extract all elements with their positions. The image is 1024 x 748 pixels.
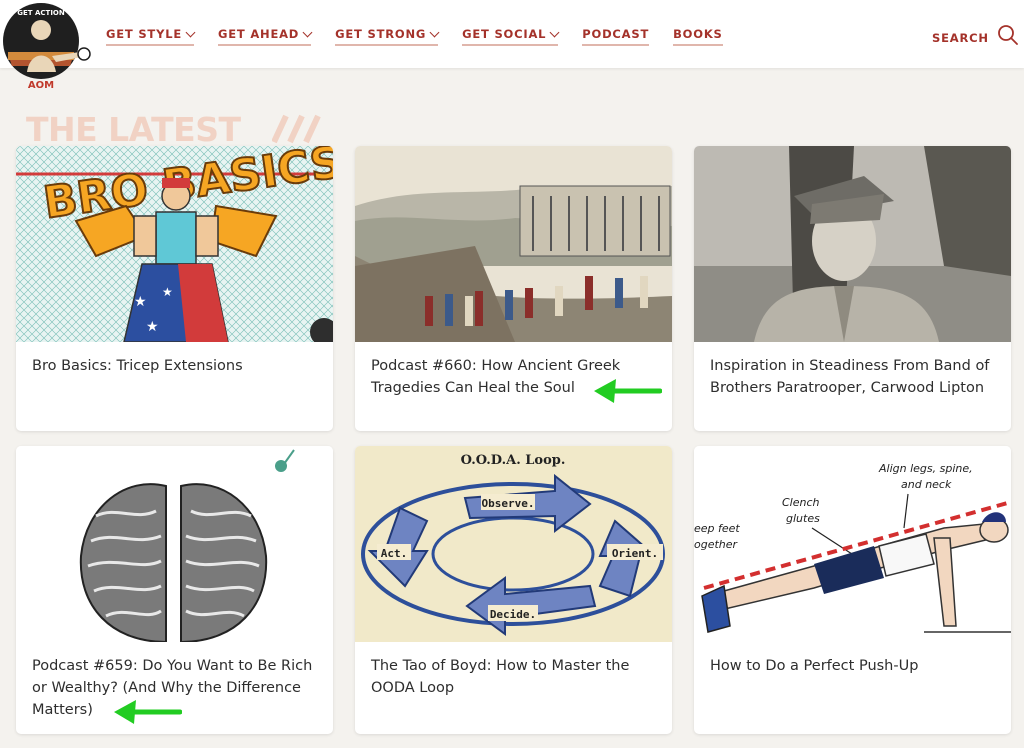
pushup-glutes: glutes — [786, 512, 820, 525]
chevron-down-icon — [302, 27, 313, 37]
logo-text-bottom: AOM — [28, 80, 54, 91]
article-thumbnail — [355, 146, 672, 342]
ooda-observe: Observe. — [482, 497, 535, 510]
article-title[interactable]: Bro Basics: Tricep Extensions — [32, 355, 322, 377]
article-thumbnail: O.O.D.A. Loop. Observe. Orient. Decide. … — [355, 446, 672, 642]
nav-get-style[interactable]: GET STYLE — [106, 27, 196, 46]
site-logo[interactable]: GET ACTION AOM — [0, 0, 96, 92]
logo-text-top: GET ACTION — [17, 9, 65, 17]
search-label: SEARCH — [932, 30, 989, 45]
ooda-orient: Orient. — [612, 547, 658, 560]
ooda-decide: Decide. — [490, 608, 536, 621]
nav-label: GET STRONG — [335, 27, 427, 41]
chevron-down-icon — [185, 27, 196, 37]
nav-books[interactable]: BOOKS — [673, 27, 723, 46]
main-nav: GET STYLE GET AHEAD GET STRONG GET SOCIA… — [106, 27, 747, 46]
pushup-clench: Clench — [782, 496, 820, 509]
nav-label: PODCAST — [582, 27, 650, 41]
annotation-arrow — [114, 700, 182, 724]
svg-text:★: ★ — [146, 318, 159, 334]
title-slash-decoration — [272, 114, 321, 144]
article-thumbnail — [694, 146, 1011, 342]
chevron-down-icon — [429, 27, 440, 37]
ooda-act: Act. — [381, 547, 408, 560]
annotation-arrow — [594, 379, 662, 403]
svg-text:★: ★ — [134, 293, 147, 309]
article-card[interactable]: Podcast #659: Do You Want to Be Rich or … — [16, 446, 333, 734]
article-card[interactable]: Align legs, spine, and neck Clench glute… — [694, 446, 1011, 734]
chevron-down-icon — [549, 27, 560, 37]
nav-label: GET STYLE — [106, 27, 182, 41]
pushup-together: ogether — [694, 538, 739, 551]
search-icon — [997, 24, 1019, 51]
ooda-heading: O.O.D.A. Loop. — [461, 453, 566, 468]
pushup-align2: and neck — [901, 478, 952, 491]
nav-label: BOOKS — [673, 27, 723, 41]
article-card[interactable]: BRO BASICS ★ ★ ★ Bro Basics: Tricep Exte… — [16, 146, 333, 431]
article-title[interactable]: The Tao of Boyd: How to Master the OODA … — [371, 655, 661, 699]
search-button[interactable]: SEARCH — [932, 24, 1019, 51]
article-title[interactable]: Inspiration in Steadiness From Band of B… — [710, 355, 1000, 399]
nav-get-strong[interactable]: GET STRONG — [335, 27, 440, 46]
nav-podcast[interactable]: PODCAST — [582, 27, 650, 46]
section-title: THE LATEST — [26, 110, 241, 149]
article-title[interactable]: How to Do a Perfect Push-Up — [710, 655, 1000, 677]
nav-get-social[interactable]: GET SOCIAL — [462, 27, 560, 46]
article-card[interactable]: Inspiration in Steadiness From Band of B… — [694, 146, 1011, 431]
site-header: GET ACTION AOM GET STYLE GET AHEAD GET S… — [0, 0, 1024, 91]
pushup-align: Align legs, spine, — [878, 462, 973, 475]
nav-get-ahead[interactable]: GET AHEAD — [217, 27, 313, 46]
svg-text:★: ★ — [162, 285, 173, 299]
article-card[interactable]: O.O.D.A. Loop. Observe. Orient. Decide. … — [355, 446, 672, 734]
article-thumbnail: Align legs, spine, and neck Clench glute… — [694, 446, 1011, 642]
nav-label: GET SOCIAL — [462, 27, 547, 41]
article-thumbnail — [16, 446, 333, 642]
article-thumbnail: BRO BASICS ★ ★ ★ — [16, 146, 333, 342]
nav-label: GET AHEAD — [217, 27, 300, 41]
pushup-keep: eep feet — [694, 522, 740, 535]
